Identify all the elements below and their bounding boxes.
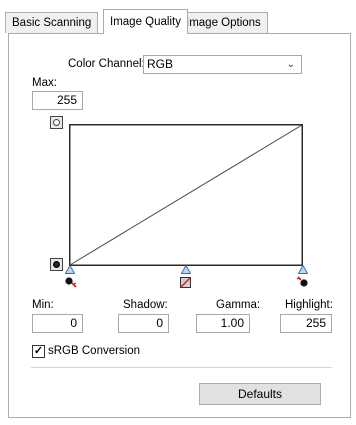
- white-point-marker-icon[interactable]: [298, 265, 308, 274]
- dialog-window: Basic Scanning Image Quality Image Optio…: [0, 0, 356, 425]
- tab-basic-scanning[interactable]: Basic Scanning: [5, 12, 99, 33]
- highlight-label: Highlight:: [285, 299, 333, 311]
- shadow-label: Shadow:: [123, 299, 168, 311]
- color-channel-label: Color Channel:: [68, 58, 145, 70]
- tab-image-quality[interactable]: Image Quality: [103, 9, 188, 34]
- gamma-input[interactable]: 1.00: [196, 314, 250, 333]
- min-input[interactable]: 0: [32, 314, 83, 333]
- white-eyedropper-icon[interactable]: [296, 276, 310, 288]
- tab-strip: Basic Scanning Image Quality Image Optio…: [0, 0, 356, 35]
- gamma-marker-icon[interactable]: [181, 265, 191, 274]
- chevron-down-icon: ⌄: [286, 59, 295, 70]
- color-channel-select[interactable]: RGB ⌄: [143, 55, 302, 74]
- color-channel-value: RGB: [147, 57, 174, 71]
- black-point-marker-icon[interactable]: [65, 265, 75, 274]
- max-input[interactable]: 255: [32, 91, 83, 110]
- separator: [31, 367, 332, 368]
- gamma-label: Gamma:: [216, 299, 261, 311]
- min-label: Min:: [32, 299, 54, 311]
- srgb-label[interactable]: sRGB Conversion: [48, 345, 140, 357]
- white-point-dot: [53, 119, 60, 126]
- white-point-square-icon[interactable]: [50, 116, 63, 129]
- tone-curve-graph[interactable]: [69, 124, 303, 266]
- max-label: Max:: [32, 77, 57, 89]
- gray-eyedropper-icon[interactable]: [180, 277, 192, 289]
- defaults-button[interactable]: Defaults: [199, 383, 321, 405]
- tab-image-options[interactable]: Image Options: [179, 12, 268, 33]
- highlight-input[interactable]: 255: [280, 314, 332, 333]
- black-point-square-icon[interactable]: [50, 258, 63, 271]
- srgb-checkbox[interactable]: ✓: [32, 345, 45, 358]
- black-eyedropper-icon[interactable]: [64, 276, 78, 288]
- shadow-input[interactable]: 0: [118, 314, 169, 333]
- black-point-dot: [53, 261, 60, 268]
